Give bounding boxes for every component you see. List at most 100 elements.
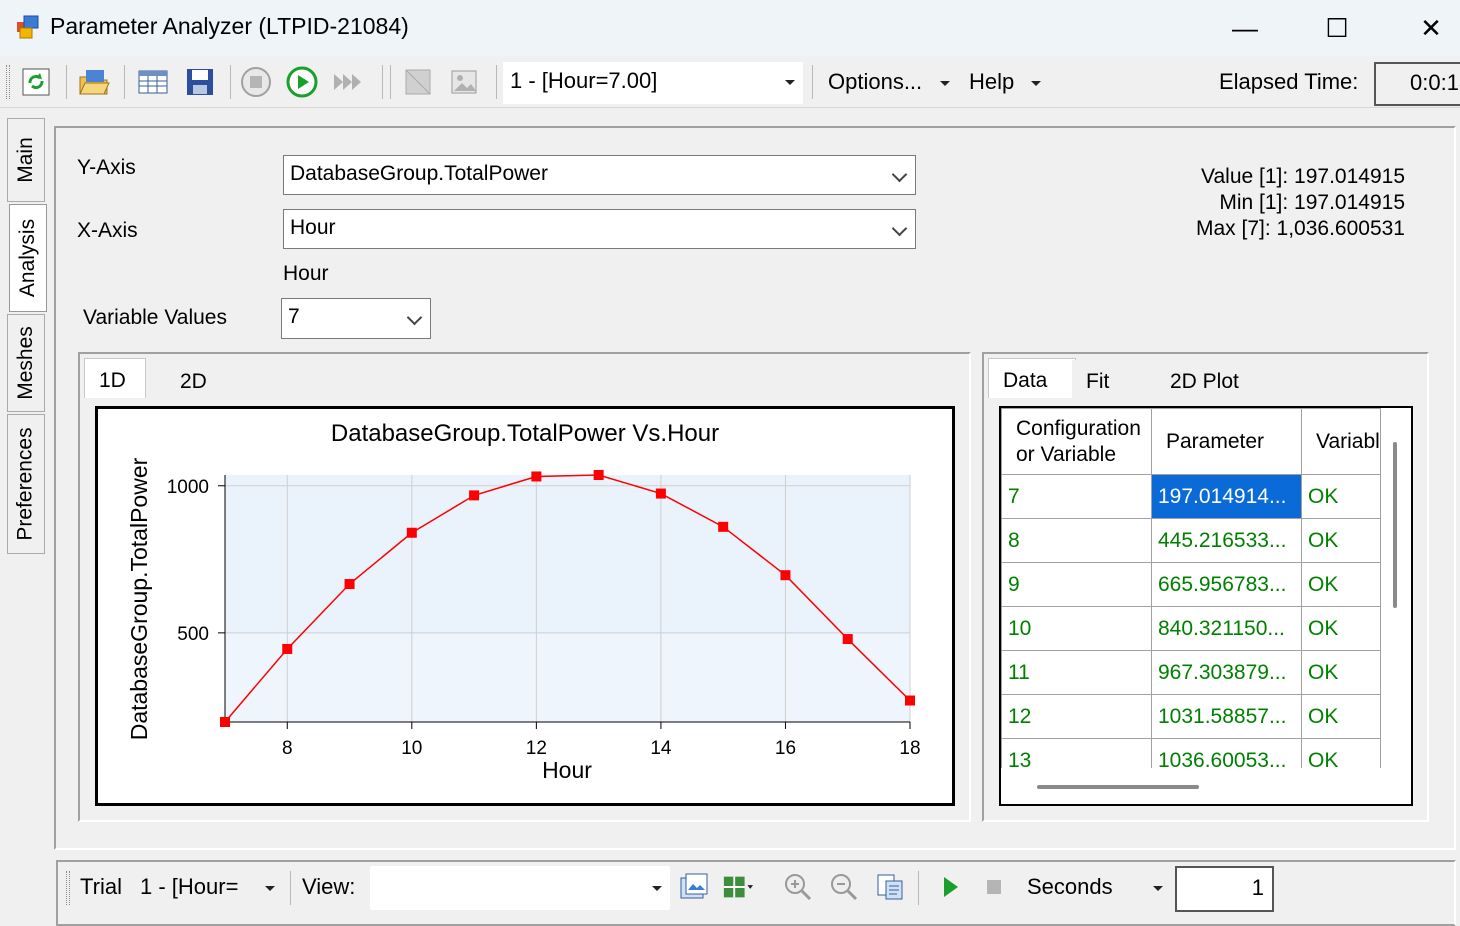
tab-meshes[interactable]: Meshes — [7, 314, 45, 412]
play-icon[interactable] — [934, 871, 966, 903]
step-input[interactable]: 1 — [1175, 866, 1274, 912]
chevron-down-icon[interactable] — [1031, 81, 1041, 86]
tab-2d-plot[interactable]: 2D Plot — [1156, 360, 1246, 400]
header-configuration[interactable]: Configuration or Variable — [1001, 408, 1152, 475]
cell-parameter[interactable]: 445.216533... — [1151, 518, 1302, 563]
y-axis-select[interactable]: DatabaseGroup.TotalPower — [283, 155, 916, 195]
data-point — [842, 634, 853, 645]
cell-parameter[interactable]: 197.014914... — [1151, 474, 1302, 519]
tab-2d[interactable]: 2D — [166, 360, 246, 400]
table-row[interactable]: 10 840.321150... OK — [1001, 606, 1381, 651]
toolbar-separator — [812, 65, 813, 99]
run-icon[interactable] — [286, 66, 318, 98]
options-menu[interactable]: Options... — [828, 69, 922, 95]
chevron-down-icon[interactable] — [785, 80, 795, 85]
header-variable[interactable]: Variabl — [1301, 408, 1381, 475]
chevron-down-icon[interactable] — [891, 166, 908, 183]
grid-layout-icon[interactable] — [722, 871, 754, 903]
chevron-down-icon[interactable] — [1153, 886, 1163, 891]
cell-parameter[interactable]: 967.303879... — [1151, 650, 1302, 695]
cell-config[interactable]: 9 — [1001, 562, 1152, 607]
x-tick-label: 18 — [899, 738, 920, 759]
line-chart: 8 10 12 14 16 18 500 1000 DatabaseGroup.TotalPow… — [126, 420, 921, 783]
y-axis-label: Y-Axis — [77, 156, 136, 179]
cell-config[interactable]: 10 — [1001, 606, 1152, 651]
tab-analysis[interactable]: Analysis — [9, 204, 47, 312]
table-row[interactable]: 9 665.956783... OK — [1001, 562, 1381, 607]
data-point — [655, 488, 666, 499]
cell-status[interactable]: OK — [1301, 562, 1381, 607]
cell-status[interactable]: OK — [1301, 474, 1381, 519]
view-select[interactable] — [370, 866, 670, 910]
plot-band-lower — [225, 632, 910, 722]
image-export-icon[interactable] — [678, 871, 710, 903]
cell-status[interactable]: OK — [1301, 650, 1381, 695]
chevron-down-icon[interactable] — [406, 309, 423, 326]
toolbar-separator — [496, 65, 497, 99]
cell-status[interactable]: OK — [1301, 606, 1381, 651]
cell-parameter[interactable]: 665.956783... — [1151, 562, 1302, 607]
time-units-select[interactable]: Seconds — [1027, 874, 1113, 900]
save-icon[interactable] — [184, 66, 216, 98]
cell-config[interactable]: 8 — [1001, 518, 1152, 563]
cell-config[interactable]: 12 — [1001, 694, 1152, 739]
toolbar-separator — [124, 65, 125, 99]
toolbar-separator — [382, 65, 383, 99]
fast-forward-icon[interactable] — [332, 66, 364, 98]
toolbar-grip[interactable] — [66, 871, 70, 905]
tab-fit[interactable]: Fit — [1072, 360, 1156, 400]
stop-icon[interactable] — [240, 66, 272, 98]
zoom-in-icon[interactable] — [782, 871, 814, 903]
tab-1d[interactable]: 1D — [84, 358, 146, 398]
variable-values-select[interactable]: 7 — [281, 298, 431, 339]
y-axis-value: DatabaseGroup.TotalPower — [290, 162, 548, 185]
app-icon — [16, 14, 42, 40]
table-row[interactable]: 11 967.303879... OK — [1001, 650, 1381, 695]
chevron-down-icon[interactable] — [891, 220, 908, 237]
stop-square-icon[interactable] — [978, 871, 1010, 903]
tab-data[interactable]: Data — [988, 358, 1076, 398]
close-button[interactable]: ✕ — [1386, 0, 1460, 56]
table-row[interactable]: 7 197.014914... OK — [1001, 474, 1381, 519]
maximize-button[interactable]: ☐ — [1292, 0, 1382, 56]
table-icon[interactable] — [137, 66, 169, 98]
cell-config[interactable]: 11 — [1001, 650, 1152, 695]
header-parameter[interactable]: Parameter — [1151, 408, 1302, 475]
trial-select[interactable]: 1 - [Hour= — [140, 874, 248, 900]
toolbar-separator — [918, 871, 919, 905]
chevron-down-icon[interactable] — [265, 886, 275, 891]
picture-icon[interactable] — [448, 66, 480, 98]
x-axis-select[interactable]: Hour — [283, 209, 916, 249]
open-folder-icon[interactable] — [78, 66, 110, 98]
tab-main[interactable]: Main — [7, 118, 45, 202]
toolbar-grip[interactable] — [6, 65, 10, 99]
data-point — [469, 490, 480, 501]
stat-min: Min [1]: 197.014915 — [1219, 191, 1405, 214]
zoom-out-icon[interactable] — [828, 871, 860, 903]
tab-analysis-label: Analysis — [16, 218, 40, 298]
cell-parameter[interactable]: 1031.58857... — [1151, 694, 1302, 739]
cell-config[interactable]: 7 — [1001, 474, 1152, 519]
table-row[interactable]: 8 445.216533... OK — [1001, 518, 1381, 563]
tab-preferences-label: Preferences — [14, 427, 38, 541]
image-disabled-icon[interactable] — [402, 66, 434, 98]
help-menu[interactable]: Help — [969, 69, 1014, 95]
tab-preferences[interactable]: Preferences — [7, 414, 45, 554]
vertical-scrollbar[interactable] — [1393, 442, 1397, 608]
copy-icon[interactable] — [874, 871, 906, 903]
data-point — [593, 470, 604, 480]
stat-max: Max [7]: 1,036.600531 — [1196, 217, 1405, 240]
data-point — [531, 471, 542, 482]
y-tick-label: 1000 — [167, 477, 209, 498]
chevron-down-icon[interactable] — [652, 886, 662, 891]
horizontal-scrollbar[interactable] — [1037, 785, 1199, 789]
minimize-button[interactable]: — — [1200, 0, 1290, 56]
chevron-down-icon[interactable] — [940, 81, 950, 86]
cell-status[interactable]: OK — [1301, 694, 1381, 739]
table-row[interactable]: 12 1031.58857... OK — [1001, 694, 1381, 739]
refresh-icon[interactable] — [20, 66, 52, 98]
x-axis-value: Hour — [290, 216, 336, 239]
data-point — [780, 570, 791, 581]
cell-status[interactable]: OK — [1301, 518, 1381, 563]
cell-parameter[interactable]: 840.321150... — [1151, 606, 1302, 651]
